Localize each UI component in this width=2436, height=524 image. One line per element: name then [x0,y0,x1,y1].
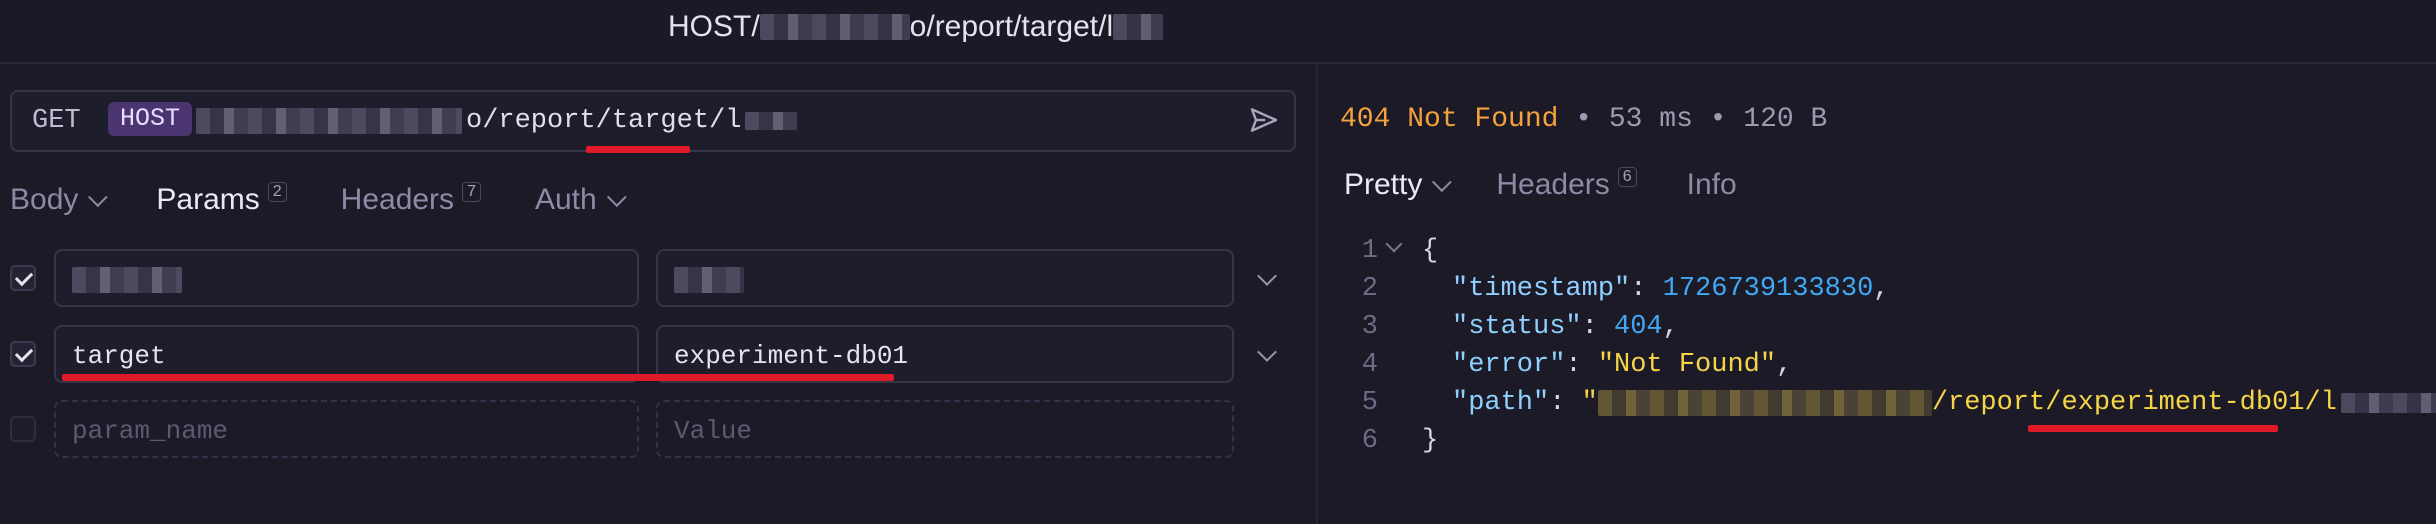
send-icon[interactable] [1248,104,1280,136]
tab-body[interactable]: Body [10,183,109,217]
chevron-down-icon[interactable] [1257,266,1277,286]
headers-count-badge: 7 [462,182,481,202]
json-number: 1726739133830 [1662,274,1874,304]
redacted-path [2340,393,2436,413]
line-number: 5 [1361,388,1378,418]
line-number: 2 [1361,274,1378,304]
window-title: HOST/ o/report/target/l [668,10,1164,44]
line-number: 4 [1361,350,1378,380]
json-number: 404 [1614,312,1663,342]
line-number: 1 [1361,236,1378,266]
request-tabs: Body Params 2 Headers 7 Auth [10,180,675,220]
params-count-badge: 2 [267,182,287,202]
chevron-down-icon[interactable] [1257,342,1277,362]
tab-headers[interactable]: Headers 7 [341,182,481,217]
chevron-down-icon [88,187,109,208]
tab-response-headers[interactable]: Headers 6 [1496,167,1637,202]
json-string: "Not Found" [1597,350,1777,380]
http-method[interactable]: GET [32,106,81,136]
redacted-host [196,108,462,134]
response-meta: • 53 ms • 120 B [1575,104,1828,135]
json-key: "path" [1452,388,1550,418]
panel-divider[interactable] [1316,64,1318,524]
status-code: 404 Not Found [1340,104,1559,135]
tab-info[interactable]: Info [1687,168,1737,202]
tab-params[interactable]: Params 2 [156,182,287,217]
redacted-path [1113,14,1164,40]
json-string-quote: " [1581,388,1598,418]
tab-pretty[interactable]: Pretty [1344,168,1453,202]
response-tabs: Pretty Headers 6 Info [1344,167,1787,202]
param-enabled-checkbox[interactable] [10,416,36,442]
url-bar[interactable]: GET HOST o/report/target/l [10,90,1296,152]
param-value-input[interactable]: Value [656,400,1234,458]
param-name-input[interactable]: param_name [54,400,639,458]
param-enabled-checkbox[interactable] [10,265,36,291]
line-number: 3 [1361,312,1378,342]
json-key: "status" [1452,312,1582,342]
host-variable-chip[interactable]: HOST [108,102,193,136]
open-brace: { [1422,236,1439,266]
redacted-value [72,267,182,294]
param-row-new: param_name Value [0,400,1316,460]
title-bar: HOST/ o/report/target/l [0,0,2436,64]
json-string: /report/experiment-db01/l [1931,388,2337,418]
window-title-suffix: o/report/target/l [909,10,1114,43]
annotation-underline-param [62,374,894,381]
line-number: 6 [1361,426,1378,456]
redacted-value [674,267,744,294]
url-text[interactable]: o/report/target/l [196,106,798,136]
param-enabled-checkbox[interactable] [10,341,36,367]
tab-auth[interactable]: Auth [535,183,627,217]
chevron-down-icon [606,187,627,208]
response-headers-count-badge: 6 [1617,167,1637,187]
json-key: "error" [1452,350,1566,380]
close-brace: } [1422,426,1439,456]
redacted-host [1597,390,1932,416]
window-title-prefix: HOST/ [668,10,760,43]
annotation-underline-url [586,146,690,153]
annotation-underline-response [2028,425,2278,432]
url-path: o/report/target/l [466,106,742,136]
param-name-input[interactable] [54,249,639,307]
redacted-host [759,14,910,40]
chevron-down-icon [1432,172,1453,193]
json-key: "timestamp" [1452,274,1631,304]
fold-chevron-icon[interactable] [1385,235,1403,253]
response-status-line: 404 Not Found • 53 ms • 120 B [1340,104,1827,135]
param-row [0,249,1316,309]
param-value-input[interactable] [656,249,1234,307]
redacted-path [745,112,798,130]
